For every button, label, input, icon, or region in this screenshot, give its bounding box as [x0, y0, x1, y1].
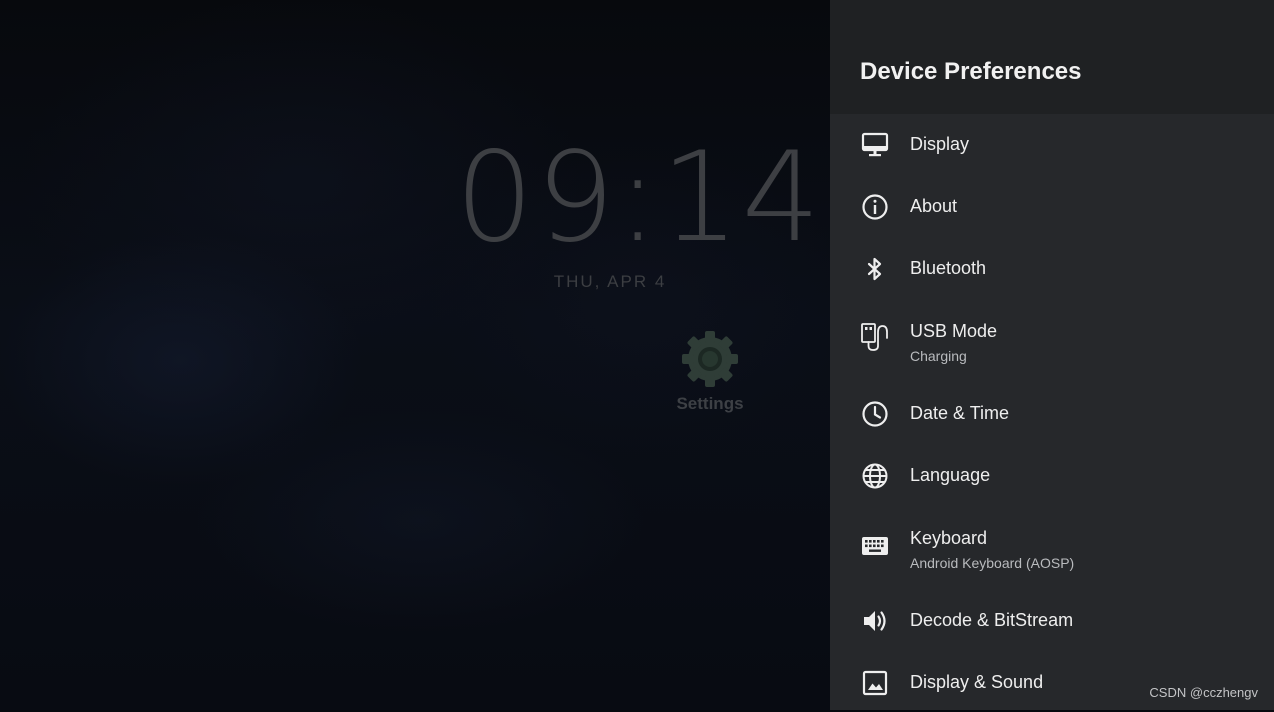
monitor-icon	[860, 130, 890, 160]
keyboard-icon	[860, 531, 890, 561]
menu-item-label: Keyboard	[910, 528, 988, 548]
device-preferences-panel: Device Preferences Display About Bluetoo…	[830, 0, 1274, 710]
info-icon	[860, 192, 890, 222]
menu-item-display-sound[interactable]: Display & Sound	[830, 652, 1274, 712]
menu-item-label: Date & Time	[910, 403, 1010, 423]
gear-icon	[665, 326, 755, 392]
watermark: CSDN @cczhengv	[1149, 685, 1258, 700]
menu-item-sublabel: Android Keyboard (AOSP)	[910, 555, 1075, 571]
menu-item-decode-bitstream[interactable]: Decode & BitStream	[830, 590, 1274, 650]
menu-item-label: Bluetooth	[910, 258, 987, 278]
menu-item-label: Display & Sound	[910, 672, 1044, 692]
clock-time: 09:14	[455, 126, 823, 270]
image-icon	[860, 668, 890, 698]
menu-item-language[interactable]: Language	[830, 445, 1274, 505]
menu-item-label: About	[910, 196, 958, 216]
menu-item-usb-mode[interactable]: USB Mode Charging	[830, 300, 1274, 380]
panel-title: Device Preferences	[860, 58, 1082, 85]
menu-item-label: Display	[910, 134, 970, 154]
bluetooth-icon	[860, 254, 890, 284]
panel-header: Device Preferences	[830, 0, 1274, 114]
settings-app-tile[interactable]: Settings	[665, 326, 755, 414]
menu-item-keyboard[interactable]: Keyboard Android Keyboard (AOSP)	[830, 507, 1274, 587]
usb-icon	[860, 322, 890, 352]
menu-item-display[interactable]: Display	[830, 114, 1274, 174]
menu-item-date-time[interactable]: Date & Time	[830, 383, 1274, 443]
home-wallpaper: 09:14 THU, APR 4 Settings	[0, 0, 830, 710]
volume-icon	[860, 606, 890, 636]
menu-item-label: Language	[910, 465, 991, 485]
menu-item-bluetooth[interactable]: Bluetooth	[830, 238, 1274, 298]
globe-icon	[860, 461, 890, 491]
settings-app-label: Settings	[676, 394, 744, 413]
menu-item-label: Decode & BitStream	[910, 610, 1074, 630]
clock-date: THU, APR 4	[553, 272, 667, 291]
clock-icon	[860, 399, 890, 429]
menu-item-sublabel: Charging	[910, 348, 967, 364]
menu-item-about[interactable]: About	[830, 176, 1274, 236]
menu-item-label: USB Mode	[910, 321, 998, 341]
